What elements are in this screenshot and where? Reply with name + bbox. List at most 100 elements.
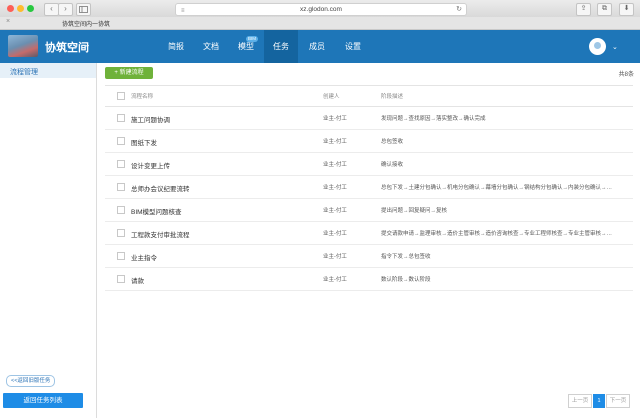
share-icon: ⇪ [580, 5, 587, 12]
browser-toolbar: ‹ › ≡ xz.glodon.com ↻ ⇪ ⧉ ⬇ [0, 0, 640, 18]
column-header-name[interactable]: 流程名称 [131, 92, 153, 100]
process-creator: 业主-付工 [323, 208, 347, 214]
nav-label: 设置 [345, 42, 361, 51]
nav-members[interactable]: 成员 [300, 30, 334, 63]
current-page[interactable]: 1 [593, 394, 605, 408]
nav-tasks[interactable]: 任务 [264, 30, 298, 63]
process-creator: 业主-付工 [323, 277, 347, 283]
row-checkbox[interactable] [117, 114, 125, 122]
sidebar-toggle-button[interactable] [76, 3, 91, 16]
zoom-window-button[interactable] [27, 5, 34, 12]
reload-icon[interactable]: ↻ [456, 4, 462, 15]
window-controls [7, 5, 37, 14]
sidebar-item-process-management[interactable]: 流程管理 [0, 63, 96, 78]
row-checkbox[interactable] [117, 160, 125, 168]
chevron-right-icon: › [64, 4, 67, 13]
prev-page-button[interactable]: 上一页 [568, 394, 592, 408]
bim-badge: BIM [246, 36, 259, 42]
process-desc: 指令下发→总包签收 [381, 254, 431, 260]
process-desc: 确认接收 [381, 162, 404, 168]
process-name[interactable]: 请款 [131, 275, 144, 285]
row-checkbox[interactable] [117, 229, 125, 237]
process-creator: 业主-付工 [323, 139, 347, 145]
nav-label: 成员 [309, 42, 325, 51]
sidebar-item-label: 流程管理 [10, 69, 38, 76]
downloads-button[interactable]: ⬇ [619, 3, 634, 16]
project-name[interactable]: 协筑空间 [45, 39, 89, 55]
process-name[interactable]: BIM模型问题核查 [131, 206, 182, 216]
process-creator: 业主-付工 [323, 162, 347, 168]
select-all-checkbox[interactable] [117, 92, 125, 100]
new-process-button[interactable]: + 新建流程 [105, 67, 153, 79]
process-name[interactable]: 工程款支付审批流程 [131, 229, 190, 239]
chevron-left-icon: ‹ [50, 4, 53, 13]
nav-settings[interactable]: 设置 [336, 30, 370, 63]
process-name[interactable]: 设计变更上传 [131, 160, 170, 170]
process-creator: 业主-付工 [323, 116, 347, 122]
row-checkbox[interactable] [117, 206, 125, 214]
back-button[interactable]: ‹ [44, 3, 59, 16]
process-name[interactable]: 总师办会议纪要流转 [131, 183, 190, 193]
row-checkbox[interactable] [117, 183, 125, 191]
process-desc: 发现问题→查找原因→落实整改→确认完成 [381, 116, 486, 122]
sidebar: 流程管理 <<返回旧版任务 返回任务列表 [0, 63, 97, 418]
forward-button[interactable]: › [58, 3, 73, 16]
tabs-icon: ⧉ [602, 5, 607, 12]
total-count: 共8条 [618, 72, 634, 78]
app-header: 协筑空间 ⌄ 简报 文档 模型 BIM 任务 成员 设置 ⌄ [0, 30, 640, 63]
url-text: xz.glodon.com [300, 6, 342, 13]
process-table: 流程名称 创建人 阶段描述 施工问题协调 业主-付工 发现问题→查找原因→落实整… [105, 85, 633, 291]
process-name[interactable]: 施工问题协调 [131, 114, 170, 124]
nav-label: 简报 [168, 42, 184, 51]
nav-label: 模型 [238, 42, 254, 51]
process-desc: 总包签收 [381, 139, 404, 145]
main-content: + 新建流程 共8条 流程名称 创建人 阶段描述 施工问题协调 业主-付工 发现… [97, 63, 640, 418]
process-desc: 总包下发→土建分包确认→机电分包确认→幕墙分包确认→钢结构分包确认→内装分包确认… [381, 185, 613, 191]
table-row[interactable]: 请款 业主-付工 数认阶段→数认阶段 [105, 268, 633, 291]
sidebar-icon [79, 6, 88, 13]
minimize-window-button[interactable] [17, 5, 24, 12]
tab-strip: × 协筑空间内一协筑 [0, 17, 640, 30]
table-row[interactable]: 设计变更上传 业主-付工 确认接收 [105, 153, 633, 176]
user-avatar[interactable] [589, 38, 606, 55]
tabs-button[interactable]: ⧉ [597, 3, 612, 16]
next-page-button[interactable]: 下一页 [606, 394, 630, 408]
address-bar[interactable]: ≡ xz.glodon.com ↻ [175, 3, 467, 16]
process-desc: 提交请款申请→监理审核→造价主管审核→造价咨询核查→专业工程师核查→专业主管审核… [381, 231, 613, 237]
process-name[interactable]: 图纸下发 [131, 137, 157, 147]
process-creator: 业主-付工 [323, 231, 347, 237]
row-checkbox[interactable] [117, 137, 125, 145]
nav-label: 任务 [273, 42, 289, 51]
table-header: 流程名称 创建人 阶段描述 [105, 85, 633, 107]
table-row[interactable]: 总师办会议纪要流转 业主-付工 总包下发→土建分包确认→机电分包确认→幕墙分包确… [105, 176, 633, 199]
back-to-task-list-button[interactable]: 返回任务列表 [3, 393, 83, 408]
column-header-creator[interactable]: 创建人 [323, 92, 340, 100]
table-row[interactable]: 图纸下发 业主-付工 总包签收 [105, 130, 633, 153]
row-checkbox[interactable] [117, 275, 125, 283]
nav-briefing[interactable]: 简报 [158, 30, 194, 63]
close-window-button[interactable] [7, 5, 14, 12]
nav-label: 文档 [203, 42, 219, 51]
chevron-down-icon[interactable]: ⌄ [612, 43, 618, 51]
process-desc: 数认阶段→数认阶段 [381, 277, 431, 283]
chevron-down-icon[interactable]: ⌄ [84, 40, 91, 49]
table-row[interactable]: 工程款支付审批流程 业主-付工 提交请款申请→监理审核→造价主管审核→造价咨询核… [105, 222, 633, 245]
nav-documents[interactable]: 文档 [195, 30, 227, 63]
nav-model[interactable]: 模型 [230, 30, 262, 63]
tab-title[interactable]: 协筑空间内一协筑 [62, 19, 110, 28]
process-desc: 提出问题→回复疑问→复核 [381, 208, 448, 214]
share-button[interactable]: ⇪ [576, 3, 591, 16]
process-creator: 业主-付工 [323, 185, 347, 191]
reader-icon: ≡ [181, 8, 185, 14]
table-row[interactable]: 业主指令 业主-付工 指令下发→总包签收 [105, 245, 633, 268]
process-name[interactable]: 业主指令 [131, 252, 157, 262]
download-icon: ⬇ [623, 5, 630, 12]
close-tab-icon[interactable]: × [6, 18, 10, 25]
table-row[interactable]: BIM模型问题核查 业主-付工 提出问题→回复疑问→复核 [105, 199, 633, 222]
project-thumbnail[interactable] [8, 35, 38, 57]
process-creator: 业主-付工 [323, 254, 347, 260]
back-to-old-tasks-link[interactable]: <<返回旧版任务 [6, 375, 56, 387]
column-header-desc[interactable]: 阶段描述 [381, 92, 631, 100]
table-row[interactable]: 施工问题协调 业主-付工 发现问题→查找原因→落实整改→确认完成 [105, 107, 633, 130]
row-checkbox[interactable] [117, 252, 125, 260]
